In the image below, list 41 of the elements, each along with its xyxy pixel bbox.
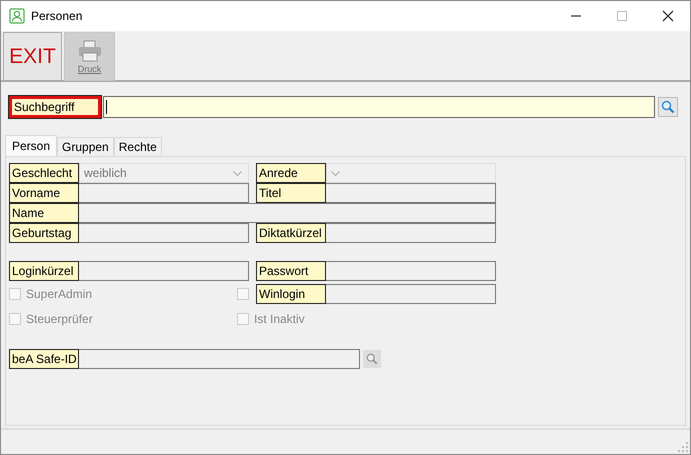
checkbox-label: Steuerprüfer [26, 312, 93, 326]
search-field[interactable] [103, 96, 655, 118]
chevron-icon [233, 170, 242, 176]
tab[interactable]: Rechte [114, 137, 162, 156]
input-field[interactable] [79, 349, 360, 369]
field-label: Geschlecht [9, 163, 79, 183]
input-field[interactable] [79, 223, 249, 243]
field-label: Name [9, 203, 79, 223]
exit-button[interactable]: EXIT [3, 32, 62, 81]
search-button[interactable] [658, 97, 678, 117]
field-label: Vorname [9, 183, 79, 203]
field-label: Anrede [256, 163, 326, 183]
close-icon[interactable] [662, 10, 674, 22]
field-label: Passwort [256, 261, 326, 281]
resize-grip-icon[interactable] [678, 442, 688, 452]
input-field[interactable] [326, 183, 496, 203]
tab[interactable]: Person [5, 135, 58, 156]
person-icon [9, 8, 25, 24]
dropdown[interactable]: weiblich [79, 163, 249, 183]
field-label: Titel [256, 183, 326, 203]
field-label: Geburtstag [9, 223, 79, 243]
search-icon [366, 353, 378, 365]
checkbox-label: SuperAdmin [26, 286, 92, 300]
input-field[interactable] [79, 261, 249, 281]
field-label: Winlogin [256, 284, 326, 304]
field-label: Loginkürzel [9, 261, 79, 281]
input-field[interactable] [326, 261, 496, 281]
checkbox-label: Ist Inaktiv [254, 312, 305, 326]
printer-icon [78, 40, 102, 62]
search-label: Suchbegriff [9, 96, 101, 118]
search-icon [661, 100, 675, 114]
search-button[interactable] [363, 350, 381, 368]
tab[interactable]: Gruppen [57, 137, 114, 156]
input-field[interactable] [326, 223, 496, 243]
field-label: beA Safe-ID [9, 349, 79, 369]
input-field[interactable] [79, 203, 496, 223]
input-field[interactable] [326, 284, 496, 304]
input-field[interactable] [79, 183, 249, 203]
chevron-icon [331, 170, 340, 176]
field-label: Diktatkürzel [256, 223, 326, 243]
window-title: Personen [31, 9, 82, 23]
